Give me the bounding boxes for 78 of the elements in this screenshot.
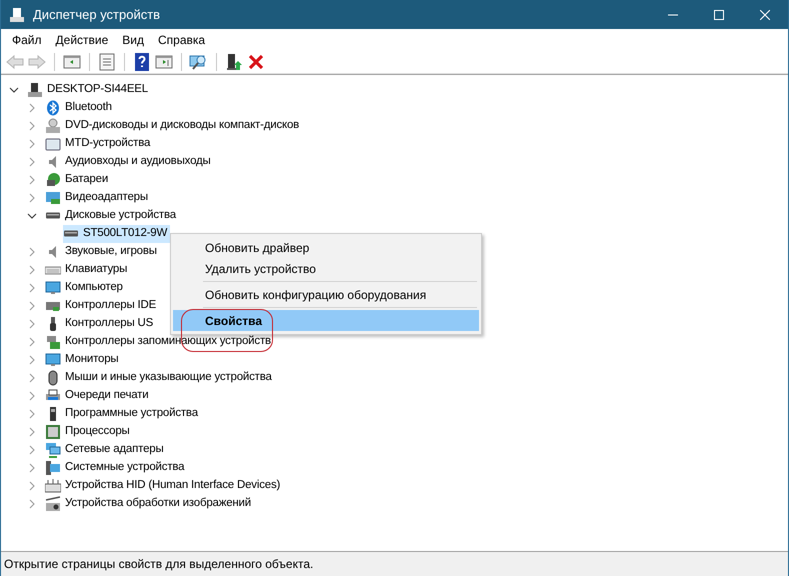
- expand-chevron-icon[interactable]: [27, 175, 37, 185]
- computer-icon: [27, 82, 43, 98]
- tree-item[interactable]: Системные устройства: [45, 459, 188, 477]
- collapse-chevron-icon[interactable]: [27, 211, 37, 221]
- expand-chevron-icon[interactable]: [27, 445, 37, 455]
- list-icon[interactable]: [97, 52, 117, 72]
- app-icon: [9, 6, 25, 22]
- monitor-icon: [45, 280, 61, 296]
- disk-drive-icon: [63, 230, 79, 237]
- tree-item[interactable]: Мыши и иные указывающие устройства: [45, 369, 275, 387]
- tree-item[interactable]: Сетевые адаптеры: [45, 441, 167, 459]
- bluetooth-icon: [45, 100, 61, 116]
- display-adapter-icon: [45, 190, 61, 206]
- help-icon[interactable]: [132, 52, 152, 72]
- expand-chevron-icon[interactable]: [27, 139, 37, 149]
- tree-item[interactable]: Мониторы: [45, 351, 122, 369]
- storage-controller-icon: [45, 334, 61, 350]
- tree-item[interactable]: MTD-устройства: [45, 135, 154, 153]
- tree-item[interactable]: Устройства HID (Human Interface Devices): [45, 477, 284, 495]
- tree-item[interactable]: Аудиовходы и аудиовыходы: [45, 153, 214, 171]
- tree-item[interactable]: Звуковые, игровы: [45, 243, 160, 261]
- expand-chevron-icon[interactable]: [27, 481, 37, 491]
- menu-item[interactable]: Обновить конфигурацию оборудования: [173, 284, 479, 305]
- tree-item[interactable]: Устройства обработки изображений: [45, 495, 254, 513]
- status-text: Открытие страницы свойств для выделенного объекта.: [4, 556, 314, 573]
- device-up-arrow-icon[interactable]: [224, 52, 244, 72]
- expand-chevron-icon[interactable]: [27, 121, 37, 131]
- menu-item[interactable]: Действие: [48, 30, 116, 48]
- tree-item[interactable]: DESKTOP-SI44EEL: [27, 81, 151, 99]
- scanner-icon: [45, 496, 61, 512]
- tree-item[interactable]: Клавиатуры: [45, 261, 130, 279]
- system-icon: [45, 460, 61, 476]
- tree-item[interactable]: Батареи: [45, 171, 112, 189]
- hid-icon: [45, 478, 61, 494]
- collapse-chevron-icon[interactable]: [9, 85, 19, 95]
- drive-icon: [45, 118, 61, 134]
- menu-item[interactable]: Справка: [151, 30, 212, 48]
- expand-chevron-icon[interactable]: [27, 103, 37, 113]
- tree-item[interactable]: Контроллеры US: [45, 315, 156, 333]
- expand-chevron-icon[interactable]: [27, 265, 37, 275]
- tree-item[interactable]: Очереди печати: [45, 387, 152, 405]
- menu-item[interactable]: Вид: [115, 30, 151, 48]
- expand-chevron-icon[interactable]: [27, 391, 37, 401]
- tree-item[interactable]: DVD-дисководы и дисководы компакт-дисков: [45, 117, 302, 135]
- expand-chevron-icon[interactable]: [27, 337, 37, 347]
- expand-chevron-icon[interactable]: [27, 301, 37, 311]
- tree-item[interactable]: ST500LT012-9W: [63, 225, 170, 243]
- tree-item[interactable]: Видеоадаптеры: [45, 189, 151, 207]
- network-icon: [45, 442, 61, 458]
- expand-chevron-icon[interactable]: [27, 193, 37, 203]
- expand-chevron-icon[interactable]: [27, 427, 37, 437]
- expand-chevron-icon[interactable]: [27, 247, 37, 257]
- expand-chevron-icon[interactable]: [27, 463, 37, 473]
- menu-item[interactable]: Обновить драйвер: [173, 237, 479, 258]
- maximize-icon[interactable]: [714, 10, 724, 20]
- window-title: Диспетчер устройств: [33, 6, 160, 24]
- disk-drive-icon: [45, 212, 61, 219]
- expand-chevron-icon[interactable]: [27, 373, 37, 383]
- tree-item[interactable]: Контроллеры IDE: [45, 297, 160, 315]
- menu-item[interactable]: Удалить устройство: [173, 258, 479, 279]
- expand-chevron-icon[interactable]: [27, 157, 37, 167]
- monitor-icon: [45, 352, 61, 368]
- tree-item[interactable]: Процессоры: [45, 423, 133, 441]
- close-icon[interactable]: [760, 10, 770, 20]
- expand-chevron-icon[interactable]: [27, 283, 37, 293]
- expand-chevron-icon[interactable]: [27, 319, 37, 329]
- battery-icon: [45, 172, 61, 188]
- tree-item[interactable]: Компьютер: [45, 279, 126, 297]
- processor-icon: [45, 424, 61, 440]
- expand-chevron-icon[interactable]: [27, 409, 37, 419]
- expand-chevron-icon[interactable]: [27, 499, 37, 509]
- expand-chevron-icon[interactable]: [27, 355, 37, 365]
- tree-item[interactable]: Дисковые устройства: [45, 207, 179, 225]
- menu-item[interactable]: Файл: [5, 30, 49, 48]
- menu-item[interactable]: Свойства: [173, 310, 479, 331]
- tree-item[interactable]: Программные устройства: [45, 405, 201, 423]
- card-icon: [45, 136, 61, 152]
- tree-item[interactable]: Bluetooth: [45, 99, 115, 117]
